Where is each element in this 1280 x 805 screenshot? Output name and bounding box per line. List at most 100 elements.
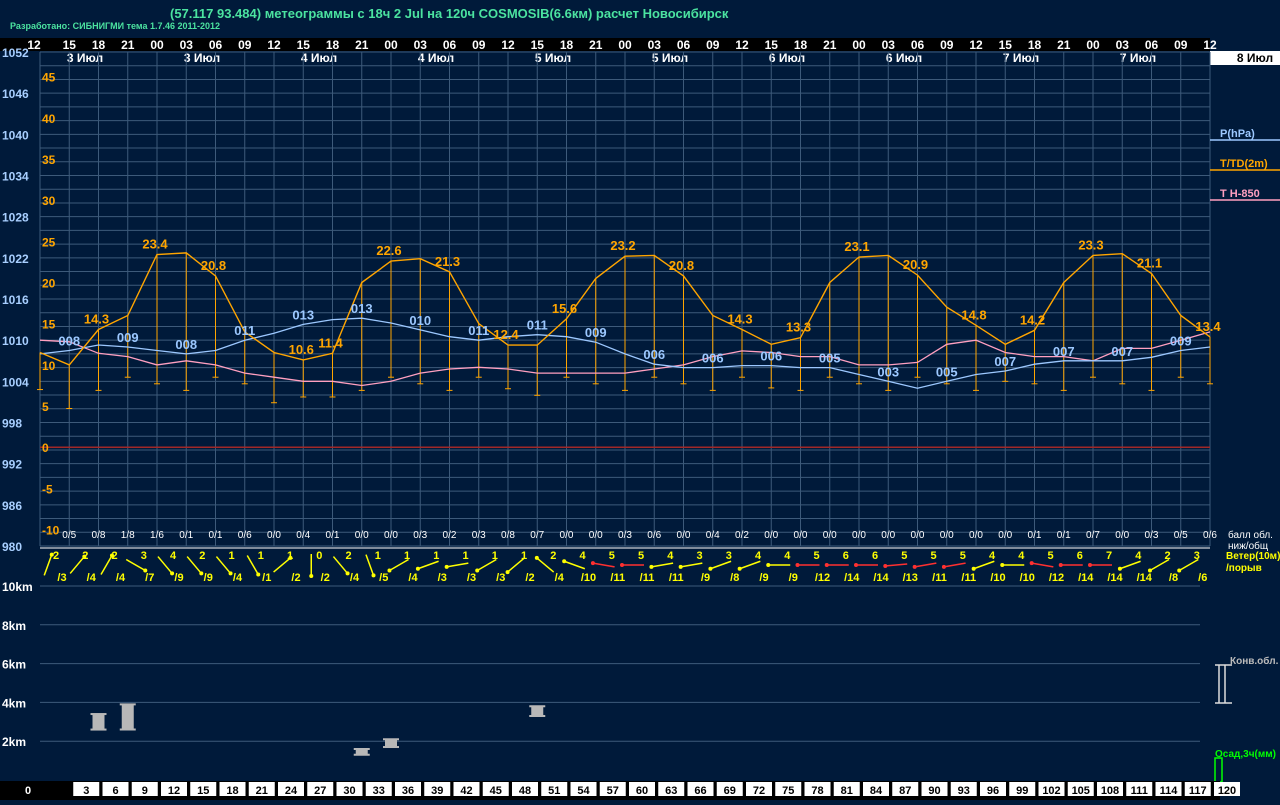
pressure-data-label: 010 xyxy=(409,313,431,328)
forecast-hour-label: 81 xyxy=(841,785,853,797)
forecast-hour-label: 12 xyxy=(168,785,180,797)
forecast-hour-label: 84 xyxy=(870,785,883,797)
wind-arrow-head xyxy=(1117,566,1122,571)
forecast-hour-label: 63 xyxy=(665,785,677,797)
wind-arrow-head xyxy=(1177,568,1182,573)
cloud-cover-label: 0/2 xyxy=(735,530,749,541)
wind-speed-label: 1 xyxy=(521,550,527,562)
temperature-tick-label: -10 xyxy=(42,524,60,538)
wind-speed-label: 5 xyxy=(638,550,644,562)
temperature-data-label: 15.6 xyxy=(552,301,577,316)
time-label: 12 xyxy=(969,38,983,52)
pressure-tick-label: 1010 xyxy=(2,334,29,348)
cloud-cover-label: 0/0 xyxy=(355,530,369,541)
cloud-cover-label: 0/1 xyxy=(326,530,340,541)
date-label: 5 Июл xyxy=(652,51,688,65)
pressure-data-label: 007 xyxy=(1053,344,1075,359)
forecast-hour-label: 42 xyxy=(460,785,472,797)
wind-arrow-head xyxy=(475,568,480,573)
pressure-tick-label: 1046 xyxy=(2,87,29,101)
time-label: 18 xyxy=(794,38,808,52)
wind-subtitle: /порыв xyxy=(1226,563,1262,574)
forecast-hour-label: 57 xyxy=(607,785,619,797)
cloud-cover-label: 0/0 xyxy=(764,530,778,541)
wind-gust-label: /4 xyxy=(116,572,126,584)
wind-speed-label: 7 xyxy=(1106,550,1112,562)
wind-speed-label: 5 xyxy=(609,550,615,562)
temperature-tick-label: 35 xyxy=(42,153,56,167)
wind-speed-label: 4 xyxy=(755,550,762,562)
wind-speed-label: 6 xyxy=(843,550,849,562)
wind-gust-label: /11 xyxy=(669,572,684,584)
pressure-data-label: 008 xyxy=(175,337,197,352)
legend-t850: T H-850 xyxy=(1220,188,1260,200)
temperature-data-label: 20.8 xyxy=(201,258,226,273)
wind-speed-label: 1 xyxy=(404,550,410,562)
temperature-tick-label: 5 xyxy=(42,400,49,414)
temperature-data-label: 11.4 xyxy=(318,335,343,350)
wind-gust-label: /2 xyxy=(291,572,300,584)
wind-arrow-head xyxy=(941,564,946,569)
wind-gust-label: /11 xyxy=(610,572,625,584)
wind-gust-label: /9 xyxy=(204,572,213,584)
pressure-tick-label: 992 xyxy=(2,458,22,472)
pressure-tick-label: 1040 xyxy=(2,128,29,142)
forecast-hour-label: 51 xyxy=(548,785,560,797)
temperature-data-label: 12.4 xyxy=(493,327,519,342)
time-label: 15 xyxy=(999,38,1013,52)
forecast-hour-label: 0 xyxy=(25,785,31,797)
pressure-data-label: 008 xyxy=(58,333,80,348)
pressure-tick-label: 980 xyxy=(2,540,22,554)
temperature-data-label: 14.2 xyxy=(1020,312,1045,327)
pressure-data-label: 006 xyxy=(643,347,665,362)
time-label: 21 xyxy=(589,38,603,52)
time-label: 12 xyxy=(1203,38,1217,52)
page-subtitle: Разработано: СИБНИГМИ тема 1.7.46 2011-2… xyxy=(10,21,221,31)
cloud-cover-label: 0/0 xyxy=(267,530,281,541)
wind-arrow-head xyxy=(1029,561,1034,566)
wind-arrow-head xyxy=(649,564,654,569)
pressure-tick-label: 1052 xyxy=(2,46,29,60)
time-label: 00 xyxy=(852,38,866,52)
conv-cloud-legend: Конв.обл. xyxy=(1230,655,1279,667)
pressure-data-label: 013 xyxy=(292,307,314,322)
pressure-data-label: 009 xyxy=(1170,333,1192,348)
wind-arrow-head xyxy=(1000,563,1005,567)
temperature-data-label: 21.1 xyxy=(1137,255,1162,270)
wind-gust-label: /13 xyxy=(903,572,918,584)
wind-speed-label: 2 xyxy=(53,550,59,562)
temperature-data-label: 14.3 xyxy=(84,311,109,326)
date-label: 4 Июл xyxy=(301,51,337,65)
forecast-hour-label: 66 xyxy=(694,785,706,797)
forecast-hour-label: 21 xyxy=(256,785,268,797)
wind-speed-label: 1 xyxy=(287,550,293,562)
time-label: 00 xyxy=(150,38,164,52)
wind-speed-label: 5 xyxy=(813,550,819,562)
meteogram: 12 15 18 21 00 03 06 09 12 15 18 21 00 03 06 09 12 15 18 21… xyxy=(0,0,1280,800)
forecast-hour-label: 99 xyxy=(1016,785,1028,797)
wind-arrow-head xyxy=(678,564,683,569)
cloud-cover-label: 0/0 xyxy=(384,530,398,541)
time-label: 18 xyxy=(1028,38,1042,52)
wind-gust-label: /7 xyxy=(145,572,154,584)
wind-arrow-head xyxy=(1147,568,1152,573)
cloud-cover-label: 0/5 xyxy=(62,530,76,541)
pressure-data-label: 007 xyxy=(1111,344,1133,359)
date-label: 8 Июл xyxy=(1237,51,1273,65)
wind-speed-label: 1 xyxy=(375,550,381,562)
pressure-data-label: 005 xyxy=(819,351,841,366)
temperature-data-label: 13.4 xyxy=(1195,319,1221,334)
wind-arrow-head xyxy=(620,563,624,567)
cloud-cover-label: 0/0 xyxy=(881,530,895,541)
temperature-data-label: 13.3 xyxy=(786,320,811,335)
forecast-hour-label: 93 xyxy=(958,785,970,797)
pressure-data-label: 006 xyxy=(760,349,782,364)
pressure-data-label: 011 xyxy=(468,323,489,338)
wind-speed-label: 0 xyxy=(316,550,322,562)
wind-gust-label: /2 xyxy=(321,572,330,584)
wind-gust-label: /14 xyxy=(1107,572,1123,584)
cloud-cover-label: 0/0 xyxy=(852,530,866,541)
pressure-tick-label: 986 xyxy=(2,499,22,513)
time-label: 09 xyxy=(706,38,720,52)
date-label: 6 Июл xyxy=(769,51,805,65)
